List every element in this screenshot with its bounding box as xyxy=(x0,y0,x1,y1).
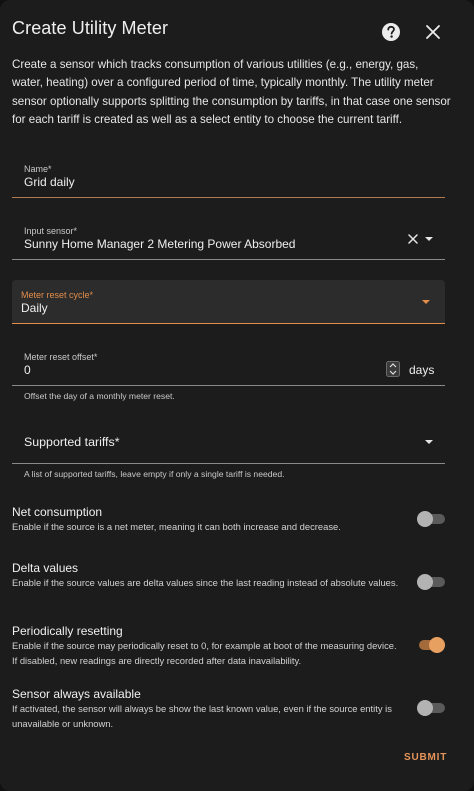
create-utility-meter-dialog: Create Utility Meter Create a sensor whi… xyxy=(0,0,474,791)
switch-thumb xyxy=(417,511,433,527)
input-sensor-value[interactable]: Sunny Home Manager 2 Metering Power Abso… xyxy=(24,237,295,251)
submit-button[interactable]: SUBMIT xyxy=(404,752,447,763)
sensor-always-available-switch[interactable] xyxy=(417,700,445,716)
meter-reset-offset-field[interactable]: Meter reset offset* 0 days xyxy=(12,343,445,386)
net-consumption-switch[interactable] xyxy=(417,511,445,527)
input-sensor-chevron-down-icon[interactable] xyxy=(425,237,433,241)
delta-values-switch[interactable] xyxy=(417,574,445,590)
number-stepper-icon[interactable] xyxy=(386,361,400,377)
dialog-title: Create Utility Meter xyxy=(12,18,169,38)
dialog-description: Create a sensor which tracks consumption… xyxy=(12,58,451,127)
reset-offset-helper: Offset the day of a monthly meter reset. xyxy=(24,391,175,401)
reset-cycle-label: Meter reset cycle* xyxy=(21,290,94,300)
name-field-label: Name* xyxy=(24,164,52,174)
switch-thumb xyxy=(429,637,445,653)
reset-cycle-value: Daily xyxy=(21,301,48,315)
name-field-value[interactable]: Grid daily xyxy=(24,175,75,189)
meter-reset-cycle-select[interactable]: Meter reset cycle* Daily xyxy=(12,280,445,324)
clear-icon[interactable] xyxy=(408,234,418,244)
switch-thumb xyxy=(417,700,433,716)
delta-values-title: Delta values xyxy=(12,561,79,575)
supported-tariffs-select[interactable]: Supported tariffs* xyxy=(12,421,445,464)
periodically-resetting-switch[interactable] xyxy=(417,637,445,653)
sensor-always-available-description: If activated, the sensor will always be … xyxy=(12,703,392,729)
periodically-resetting-description: Enable if the source may periodically re… xyxy=(12,640,397,666)
tariffs-helper: A list of supported tariffs, leave empty… xyxy=(24,469,285,479)
reset-cycle-chevron-down-icon[interactable] xyxy=(422,300,430,304)
help-circle-icon[interactable] xyxy=(381,22,401,42)
name-field[interactable]: Name* Grid daily xyxy=(12,155,445,198)
input-sensor-label: Input sensor* xyxy=(24,226,78,236)
periodically-resetting-title: Periodically resetting xyxy=(12,624,123,638)
reset-offset-value[interactable]: 0 xyxy=(24,363,31,377)
sensor-always-available-title: Sensor always available xyxy=(12,687,141,701)
net-consumption-title: Net consumption xyxy=(12,505,103,519)
net-consumption-description: Enable if the source is a net meter, mea… xyxy=(12,521,341,532)
input-sensor-field[interactable]: Input sensor* Sunny Home Manager 2 Meter… xyxy=(12,218,445,260)
tariffs-chevron-down-icon[interactable] xyxy=(425,440,433,444)
tariffs-label: Supported tariffs* xyxy=(24,435,120,449)
close-icon[interactable] xyxy=(425,24,441,40)
reset-offset-unit: days xyxy=(409,363,435,377)
reset-offset-label: Meter reset offset* xyxy=(24,352,98,362)
delta-values-description: Enable if the source values are delta va… xyxy=(12,577,399,588)
switch-thumb xyxy=(417,574,433,590)
